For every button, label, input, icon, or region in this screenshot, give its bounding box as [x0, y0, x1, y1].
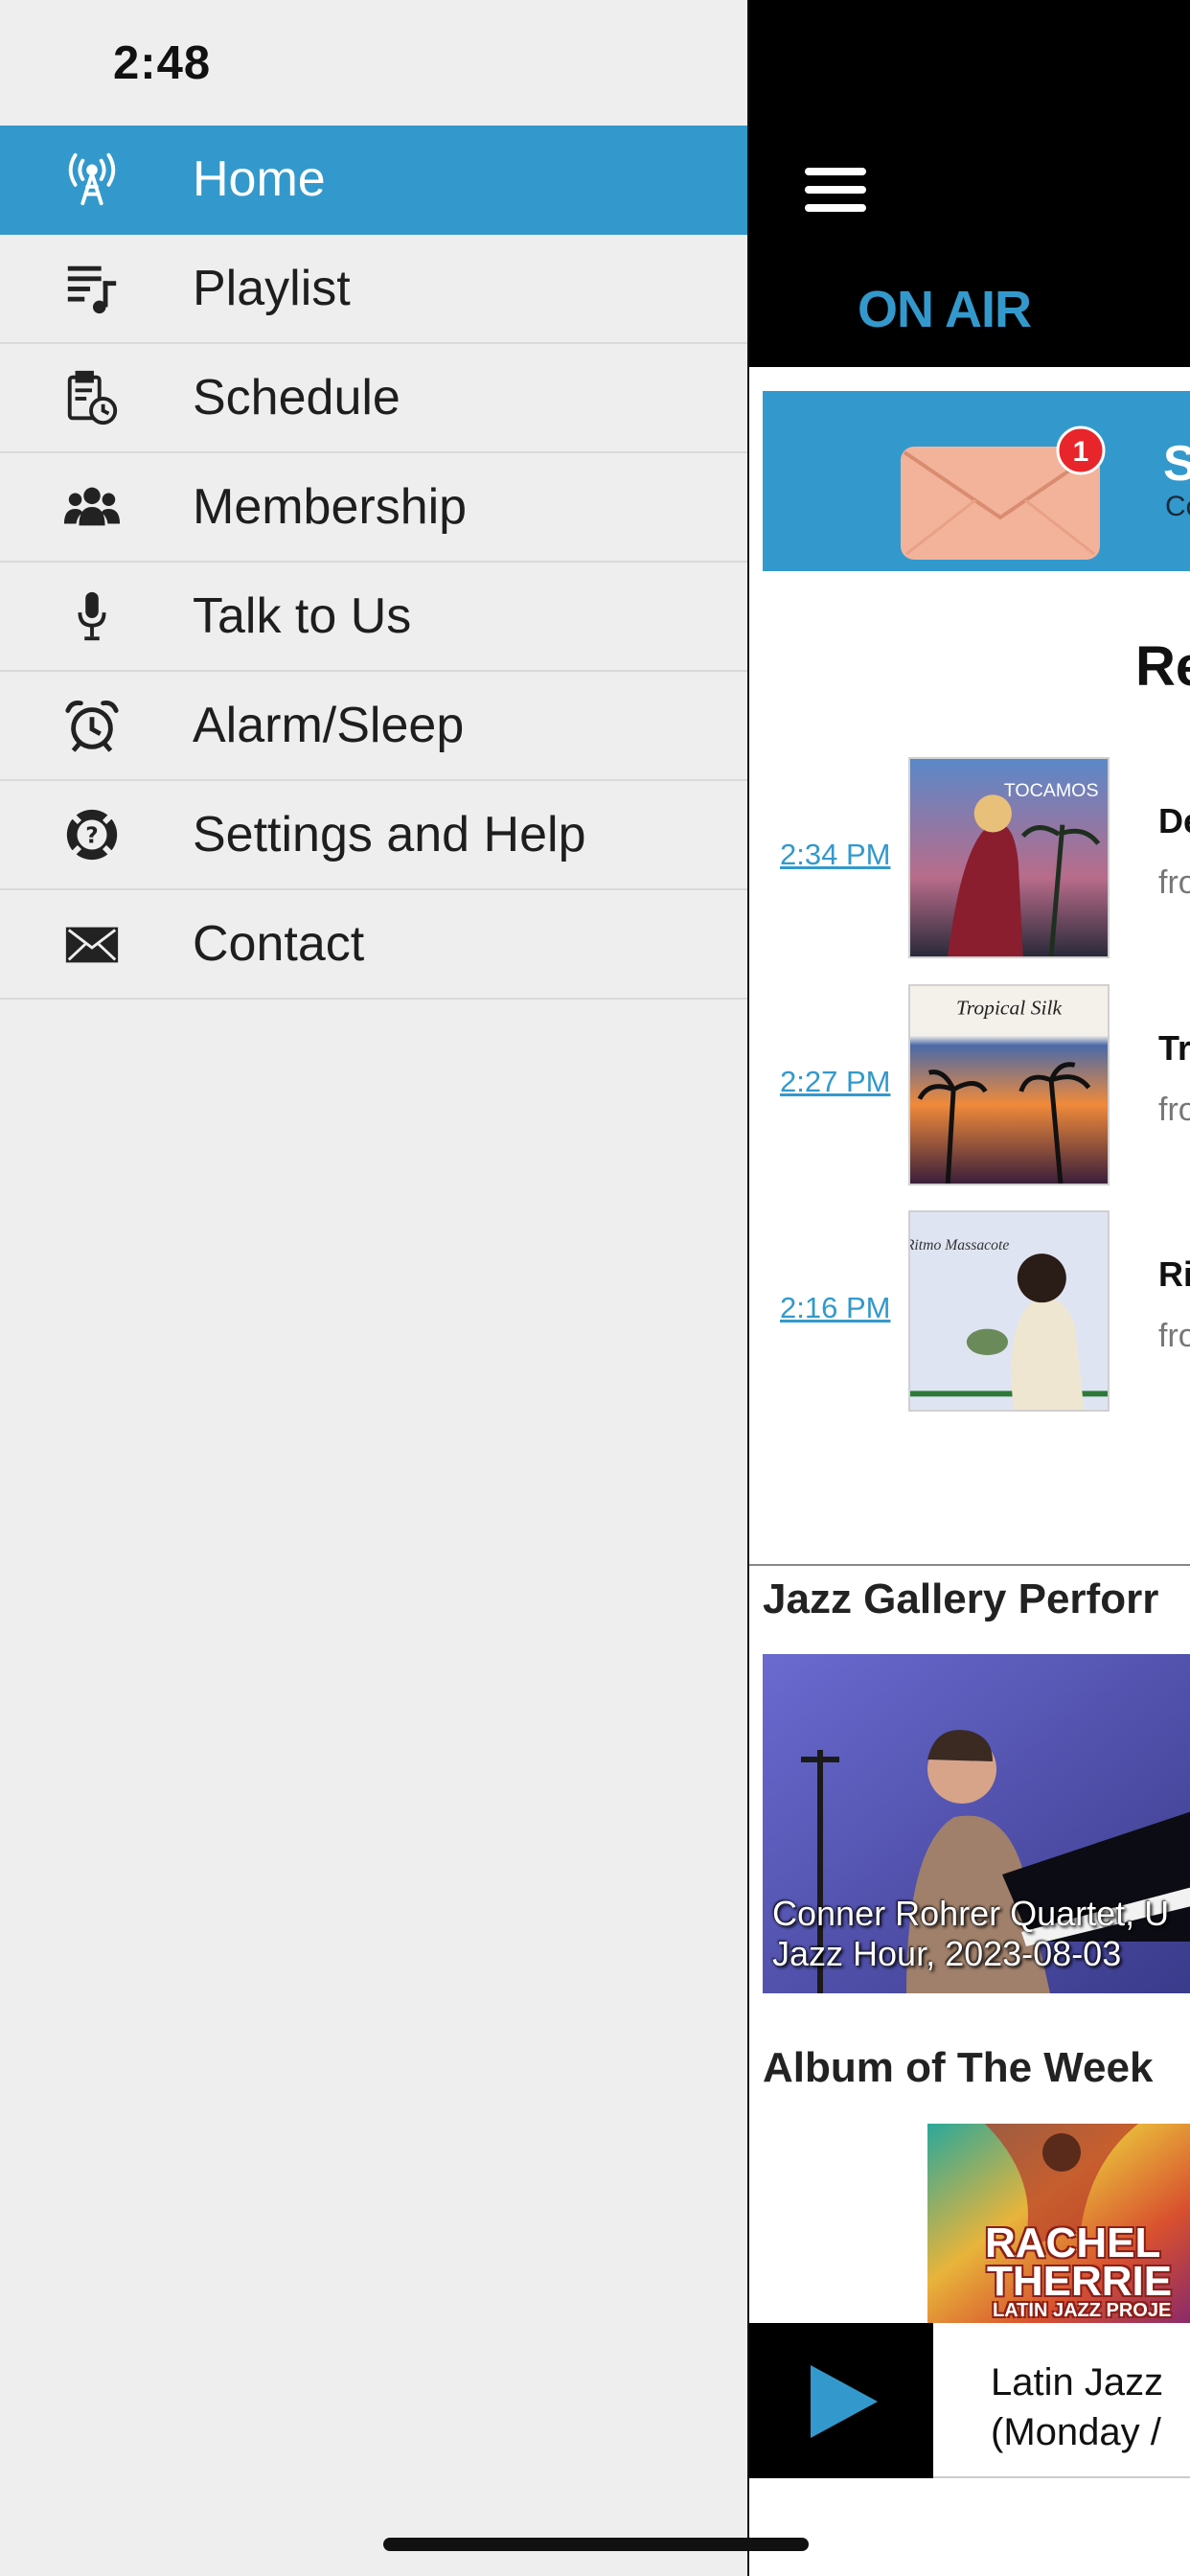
menu-label-home: Home — [193, 151, 326, 207]
alarm-clock-icon — [57, 691, 126, 760]
help-lifebuoy-icon: ? — [57, 800, 126, 869]
album-of-week-title: Album of The Week — [763, 2044, 1154, 2091]
play-icon — [811, 2365, 878, 2438]
track-time-link[interactable]: 2:16 PM — [780, 1291, 890, 1325]
menu-item-settings-help[interactable]: ? Settings and Help — [0, 781, 747, 890]
menu-item-schedule[interactable]: Schedule — [0, 344, 747, 453]
menu-item-home[interactable]: Home — [0, 126, 747, 235]
track-time-link[interactable]: 2:34 PM — [780, 838, 890, 872]
album-art: TOCAMOS — [908, 757, 1110, 958]
now-playing-bar: Latin Jazz (Monday / — [749, 2323, 1190, 2478]
now-playing-line2: (Monday / — [991, 2411, 1161, 2453]
svg-text:?: ? — [85, 823, 99, 849]
envelope-icon — [57, 909, 126, 978]
menu-item-alarm-sleep[interactable]: Alarm/Sleep — [0, 672, 747, 781]
drawer-menu: Home Playlist Schedule Membership Talk t… — [0, 126, 747, 1000]
radio-tower-icon — [57, 145, 126, 214]
now-playing-text: Latin Jazz (Monday / — [991, 2358, 1163, 2457]
menu-label-talk-to-us: Talk to Us — [193, 588, 412, 644]
app-header: ON AIR — [749, 0, 1190, 367]
menu-item-playlist[interactable]: Playlist — [0, 235, 747, 344]
recent-tracks-title: Re — [1135, 635, 1190, 698]
now-playing-line1: Latin Jazz — [991, 2361, 1164, 2404]
track-row[interactable]: 2:27 PM Tropical Silk Tr fro — [749, 984, 1190, 1185]
gallery-caption-line1: Conner Rohrer Quartet, U — [772, 1894, 1170, 1933]
album-art-text: Tropical Silk — [956, 996, 1063, 1019]
album-art-line3: LATIN JAZZ PROJE — [993, 2300, 1172, 2321]
envelope-notification-icon: 1 — [901, 426, 1106, 560]
navigation-drawer: 2:48 Home Playlist Schedule Membership T… — [0, 0, 747, 2576]
schedule-clipboard-icon — [57, 363, 126, 432]
jazz-gallery-title: Jazz Gallery Perforr — [763, 1576, 1159, 1622]
album-art: Tropical Silk — [908, 984, 1110, 1185]
track-row[interactable]: 2:34 PM TOCAMOS De fro — [749, 757, 1190, 958]
album-art: Ritmo Massacote — [908, 1210, 1110, 1412]
status-bar-time: 2:48 — [113, 37, 212, 89]
gallery-caption: Conner Rohrer Quartet, U Jazz Hour, 2023… — [772, 1894, 1169, 1974]
album-of-week-art[interactable]: RACHEL THERRIE LATIN JAZZ PROJE — [927, 2124, 1190, 2323]
home-indicator — [383, 2538, 809, 2551]
album-art-text: TOCAMOS — [1004, 780, 1099, 801]
notification-badge: 1 — [1073, 436, 1089, 468]
menu-item-talk-to-us[interactable]: Talk to Us — [0, 563, 747, 672]
album-art-text: Ritmo Massacote — [910, 1237, 1009, 1254]
playlist-icon — [57, 254, 126, 323]
track-row[interactable]: 2:16 PM Ritmo Massacote Ri fro — [749, 1210, 1190, 1412]
menu-label-alarm-sleep: Alarm/Sleep — [193, 698, 465, 753]
main-app-panel[interactable]: ON AIR 1 SU Co Re 2:34 PM TOCAMOS De fr — [747, 0, 1190, 2576]
jazz-gallery-video-thumbnail[interactable]: Conner Rohrer Quartet, U Jazz Hour, 2023… — [763, 1654, 1190, 1993]
microphone-icon — [57, 582, 126, 651]
album-art-line2: THERRIE — [987, 2258, 1173, 2305]
subscribe-banner[interactable]: 1 SU Co — [763, 391, 1190, 571]
subscribe-title: SU — [1163, 435, 1190, 493]
track-title: Ri — [1158, 1254, 1190, 1294]
track-title: Tr — [1158, 1028, 1190, 1068]
track-album: fro — [1158, 1318, 1190, 1354]
track-time-link[interactable]: 2:27 PM — [780, 1065, 890, 1099]
hamburger-menu-icon[interactable] — [805, 168, 866, 212]
section-divider — [749, 1564, 1190, 1566]
menu-label-playlist: Playlist — [193, 261, 351, 316]
group-icon — [57, 472, 126, 541]
menu-label-contact: Contact — [193, 916, 365, 972]
on-air-tab[interactable]: ON AIR — [858, 280, 1032, 339]
menu-label-settings-help: Settings and Help — [193, 807, 586, 862]
menu-label-membership: Membership — [193, 479, 468, 535]
menu-label-schedule: Schedule — [193, 370, 400, 426]
play-button[interactable] — [749, 2323, 933, 2478]
subscribe-text: Co — [1165, 491, 1190, 522]
track-album: fro — [1158, 1092, 1190, 1128]
menu-item-contact[interactable]: Contact — [0, 890, 747, 1000]
track-title: De — [1158, 801, 1190, 840]
track-album: fro — [1158, 864, 1190, 901]
menu-item-membership[interactable]: Membership — [0, 453, 747, 563]
gallery-caption-line2: Jazz Hour, 2023-08-03 — [772, 1934, 1122, 1973]
